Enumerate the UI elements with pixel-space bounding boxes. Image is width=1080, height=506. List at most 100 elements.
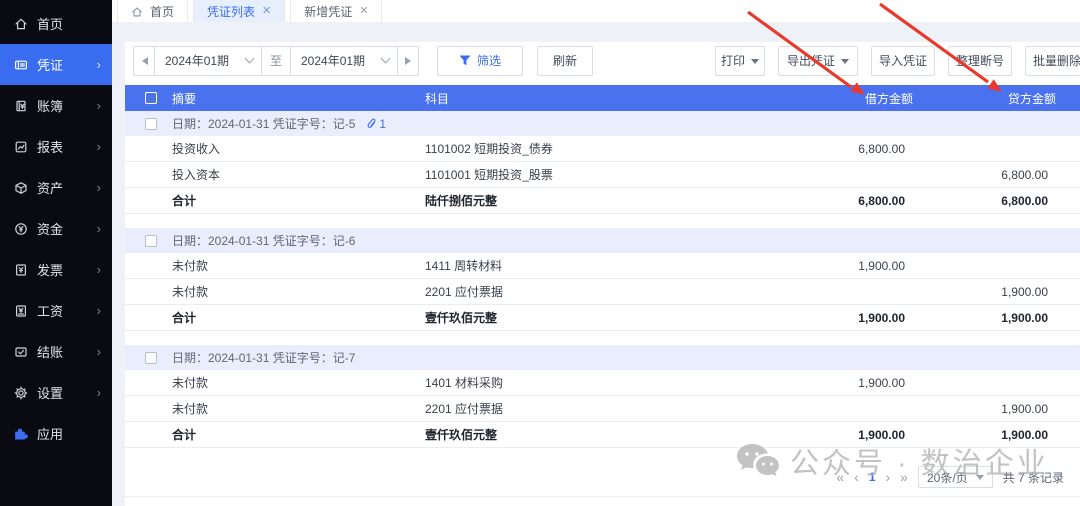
voucher-group-header[interactable]: 日期：2024-01-31 凭证字号：记-7 [125, 345, 1080, 370]
sidebar-item-label: 设置 [37, 386, 64, 401]
select-all-checkbox[interactable] [145, 92, 157, 104]
period-from-select[interactable]: 2024年01期 [154, 45, 262, 76]
voucher-group-title: 日期：2024-01-31 凭证字号：记-7 [172, 351, 356, 365]
sidebar-item-发票[interactable]: 发票 › [0, 249, 112, 290]
sidebar-item-应用[interactable]: 应用 [0, 413, 112, 454]
sidebar-item-label: 账簿 [37, 99, 64, 114]
sidebar: 首页 凭证 › 账簿 › 报表 › 资产 › 资金 › 发票 › 工资 › 结账 › 设置 › 应用 [0, 0, 112, 506]
asset-icon [13, 180, 28, 195]
row-checkbox[interactable] [145, 351, 157, 364]
tab-首页[interactable]: 首页 [117, 0, 189, 22]
account-cell: 壹仟玖佰元整 [425, 311, 498, 325]
sidebar-item-label: 资金 [37, 222, 64, 237]
debit-amount-cell: 1,900.00 [858, 258, 905, 273]
funds-icon [13, 221, 28, 236]
row-checkbox[interactable] [145, 234, 157, 247]
voucher-table: 摘要 科目 借方金额 贷方金额 日期：2024-01-31 凭证字号：记-5 1 投… [125, 85, 1080, 448]
sidebar-item-资金[interactable]: 资金 › [0, 208, 112, 249]
paperclip-icon [367, 118, 376, 129]
chevron-right-icon: › [96, 303, 101, 318]
summary-cell: 合计 [172, 428, 197, 442]
debit-amount-cell: 1,900.00 [858, 310, 905, 325]
first-page-button[interactable]: « [836, 470, 844, 484]
voucher-total-row[interactable]: 合计 壹仟玖佰元整 1,900.00 1,900.00 [125, 305, 1080, 331]
table-body: 日期：2024-01-31 凭证字号：记-5 1 投资收入 1101002 短期投资_… [125, 111, 1080, 448]
page-size-select[interactable]: 20条/页 [917, 466, 993, 488]
voucher-entry-row[interactable]: 投资收入 1101002 短期投资_债券 6,800.00 [125, 136, 1080, 162]
sidebar-item-工资[interactable]: 工资 › [0, 290, 112, 331]
sidebar-item-label: 首页 [37, 17, 64, 32]
last-page-button[interactable]: » [900, 470, 908, 484]
invoice-icon [13, 262, 28, 277]
voucher-group-header[interactable]: 日期：2024-01-31 凭证字号：记-5 1 [125, 111, 1080, 136]
row-checkbox[interactable] [145, 117, 157, 130]
account-cell: 壹仟玖佰元整 [425, 428, 498, 442]
batch-delete-label: 批量删除 [1032, 54, 1080, 68]
attachment-link[interactable]: 1 [367, 117, 386, 131]
voucher-group-title: 日期：2024-01-31 凭证字号：记-6 [172, 234, 356, 248]
debit-amount-cell: 1,900.00 [858, 375, 905, 390]
tab-bar: 首页 凭证列表 ✕ 新增凭证 ✕ [112, 0, 1080, 22]
print-button[interactable]: 打印 [715, 45, 765, 76]
arrange-numbers-button[interactable]: 整理断号 [948, 45, 1012, 76]
sidebar-item-资产[interactable]: 资产 › [0, 167, 112, 208]
period-to-value: 2024年01期 [301, 54, 366, 68]
voucher-entry-row[interactable]: 投入资本 1101001 短期投资_股票 6,800.00 [125, 162, 1080, 188]
export-voucher-button[interactable]: 导出凭证 [778, 45, 858, 76]
import-label: 导入凭证 [878, 54, 927, 68]
sidebar-item-凭证[interactable]: 凭证 › [0, 44, 112, 85]
voucher-entry-row[interactable]: 未付款 2201 应付票据 1,900.00 [125, 279, 1080, 305]
current-page-number[interactable]: 1 [869, 471, 876, 483]
next-period-button[interactable] [397, 45, 419, 76]
toolbar-right-group: 打印 导出凭证 导入凭证 整理断号 批量删除 [702, 45, 1080, 76]
debit-amount-cell: 6,800.00 [858, 193, 905, 208]
next-page-button[interactable]: › [886, 470, 891, 484]
batch-delete-button[interactable]: 批量删除 [1025, 45, 1080, 76]
closing-icon [13, 344, 28, 359]
chevron-right-icon: › [96, 57, 101, 72]
voucher-entry-row[interactable]: 未付款 1411 周转材料 1,900.00 [125, 253, 1080, 279]
voucher-entry-row[interactable]: 未付款 1401 材料采购 1,900.00 [125, 370, 1080, 396]
tab-label: 首页 [150, 4, 175, 19]
refresh-button[interactable]: 刷新 [537, 45, 593, 76]
import-voucher-button[interactable]: 导入凭证 [871, 45, 935, 76]
range-separator-label: 至 [261, 45, 291, 76]
prev-page-button[interactable]: ‹ [854, 470, 859, 484]
voucher-group-title: 日期：2024-01-31 凭证字号：记-5 [172, 117, 356, 131]
caret-down-icon [751, 58, 759, 68]
tab-label: 新增凭证 [304, 4, 353, 19]
column-header-credit: 贷方金额 [1007, 91, 1056, 106]
sidebar-item-label: 报表 [37, 140, 64, 155]
tab-新增凭证[interactable]: 新增凭证 ✕ [290, 0, 383, 22]
voucher-group-header[interactable]: 日期：2024-01-31 凭证字号：记-6 [125, 228, 1080, 253]
account-cell: 陆仟捌佰元整 [425, 194, 498, 208]
chevron-right-icon: › [96, 139, 101, 154]
voucher-entry-row[interactable]: 未付款 2201 应付票据 1,900.00 [125, 396, 1080, 422]
voucher-total-row[interactable]: 合计 陆仟捌佰元整 6,800.00 6,800.00 [125, 188, 1080, 214]
summary-cell: 未付款 [172, 285, 209, 299]
period-to-select[interactable]: 2024年01期 [290, 45, 398, 76]
prev-period-button[interactable] [133, 45, 155, 76]
close-icon[interactable]: ✕ [359, 5, 368, 17]
chevron-right-icon: › [96, 344, 101, 359]
voucher-total-row[interactable]: 合计 壹仟玖佰元整 1,900.00 1,900.00 [125, 422, 1080, 448]
filter-button[interactable]: 筛选 [437, 45, 523, 76]
sidebar-item-报表[interactable]: 报表 › [0, 126, 112, 167]
sidebar-item-结账[interactable]: 结账 › [0, 331, 112, 372]
page-size-value: 20条/页 [926, 470, 968, 485]
table-header-row: 摘要 科目 借方金额 贷方金额 [125, 85, 1080, 111]
summary-cell: 投入资本 [172, 168, 221, 182]
tab-凭证列表[interactable]: 凭证列表 ✕ [193, 0, 286, 22]
sidebar-item-首页[interactable]: 首页 [0, 3, 112, 44]
print-label: 打印 [720, 54, 745, 68]
sidebar-item-label: 工资 [37, 304, 64, 319]
ledger-icon [13, 98, 28, 113]
period-from-value: 2024年01期 [165, 54, 230, 68]
sidebar-item-设置[interactable]: 设置 › [0, 372, 112, 413]
sidebar-item-label: 应用 [37, 427, 64, 442]
sidebar-item-账簿[interactable]: 账簿 › [0, 85, 112, 126]
voucher-group: 日期：2024-01-31 凭证字号：记-6 未付款 1411 周转材料 1,900.… [125, 228, 1080, 331]
close-icon[interactable]: ✕ [262, 5, 271, 17]
toolbar: 2024年01期 至 2024年01期 筛选 刷新 打印 导出凭证 导入凭证 整… [125, 42, 1080, 76]
footer-divider [125, 496, 1080, 497]
